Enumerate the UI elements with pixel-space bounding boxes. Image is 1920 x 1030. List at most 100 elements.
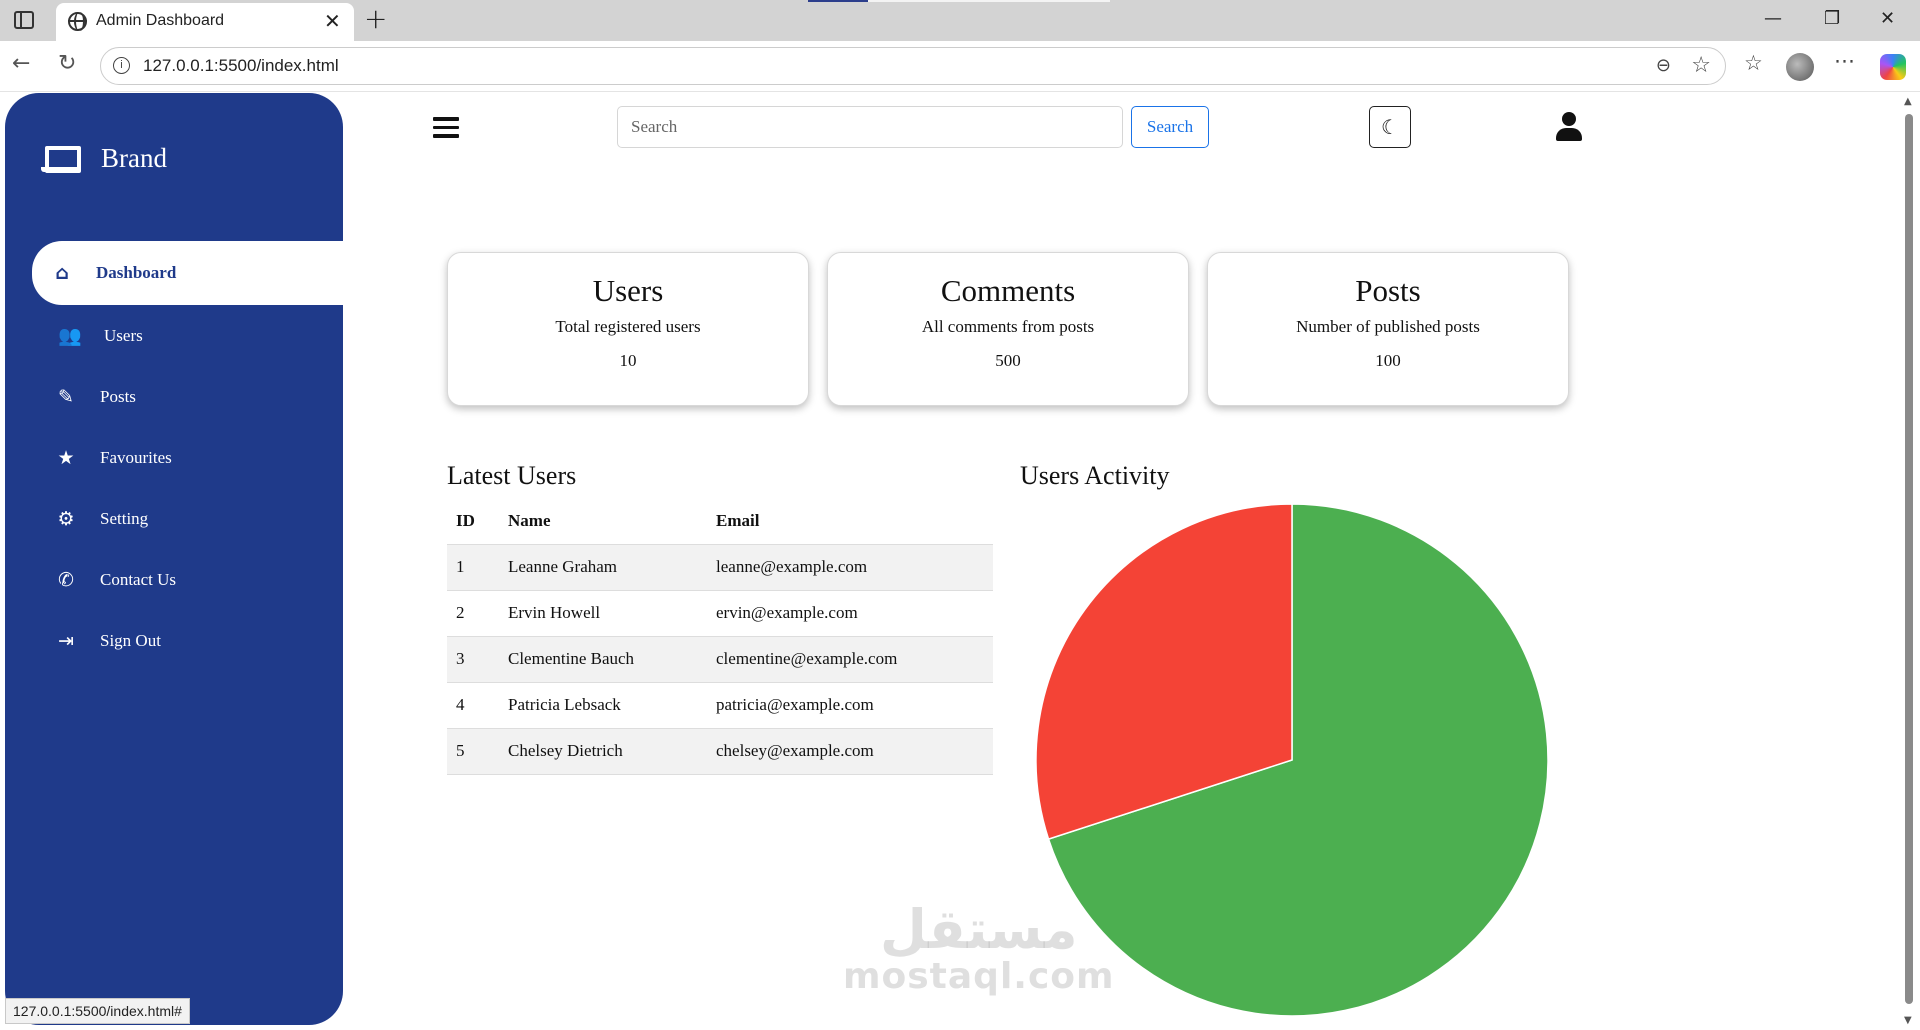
url-text[interactable]: 127.0.0.1:5500/index.html <box>143 56 339 76</box>
url-field[interactable]: i 127.0.0.1:5500/index.html ⊖ ☆ <box>100 47 1726 85</box>
brand-name: Brand <box>101 143 167 173</box>
home-icon: ⌂ <box>55 262 69 284</box>
users-activity-title: Users Activity <box>1020 461 1170 490</box>
browser-tab-bar: Admin Dashboard ✕ + — ❐ ✕ <box>0 0 1920 41</box>
sidebar-item-sign-out[interactable]: ⇥ Sign Out <box>32 610 343 671</box>
scroll-up-icon[interactable]: ▲ <box>1904 96 1912 107</box>
cell-name: Patricia Lebsack <box>499 682 707 729</box>
close-tab-icon[interactable]: ✕ <box>324 9 341 33</box>
scrollbar-thumb[interactable] <box>1905 114 1913 1004</box>
table-header-row: ID Name Email <box>447 499 993 545</box>
refresh-icon[interactable]: ↻ <box>58 51 76 76</box>
edit-icon: ✎ <box>58 385 74 408</box>
card-description: Number of published posts <box>1296 317 1480 336</box>
page-scrollbar[interactable]: ▲ ▼ <box>1898 92 1920 1030</box>
status-bar-url: 127.0.0.1:5500/index.html# <box>5 998 190 1024</box>
column-header-name: Name <box>499 499 707 545</box>
table-row: 2 Ervin Howell ervin@example.com <box>447 590 993 637</box>
users-icon: 👥 <box>58 325 82 347</box>
sidebar-item-label: Contact Us <box>100 569 177 589</box>
minimize-icon[interactable]: — <box>1764 8 1782 29</box>
search-button[interactable]: Search <box>1131 106 1209 148</box>
more-options-icon[interactable]: ⋯ <box>1834 49 1855 73</box>
cell-email: patricia@example.com <box>707 682 993 729</box>
mostaql-watermark: مستقل mostaql.com <box>843 902 1115 996</box>
sidebar-item-contact-us[interactable]: ✆ Contact Us <box>32 549 343 610</box>
sidebar-item-label: Posts <box>100 386 136 406</box>
new-tab-icon[interactable]: + <box>364 2 387 35</box>
back-icon[interactable]: ← <box>12 51 30 76</box>
card-description: Total registered users <box>555 317 701 336</box>
cell-name: Ervin Howell <box>499 590 707 637</box>
zoom-icon[interactable]: ⊖ <box>1656 55 1671 76</box>
sidebar-item-label: Users <box>104 325 143 345</box>
sidebar-item-label: Dashboard <box>96 263 177 282</box>
sidebar-item-label: Sign Out <box>100 630 161 650</box>
browser-tab[interactable]: Admin Dashboard ✕ <box>56 3 354 41</box>
cell-id: 2 <box>447 590 499 637</box>
card-title: Users <box>592 273 664 308</box>
card-value: 100 <box>1375 351 1401 370</box>
sign-out-icon: ⇥ <box>58 629 74 652</box>
favorite-star-icon[interactable]: ☆ <box>1691 53 1711 78</box>
site-info-icon[interactable]: i <box>113 57 130 74</box>
watermark-latin: mostaql.com <box>843 956 1115 997</box>
search-input[interactable] <box>617 106 1123 148</box>
cell-email: chelsey@example.com <box>707 728 993 775</box>
column-header-email: Email <box>707 499 993 545</box>
page-content: Brand ⌂ Dashboard 👥 Users ✎ Posts ★ Favo… <box>0 92 1898 1026</box>
gear-icon: ⚙ <box>57 507 75 530</box>
tab-strip-indicator <box>808 0 868 2</box>
card-title: Posts <box>1355 273 1421 308</box>
table-row: 4 Patricia Lebsack patricia@example.com <box>447 682 993 729</box>
sidebar: Brand ⌂ Dashboard 👥 Users ✎ Posts ★ Favo… <box>5 93 343 1025</box>
star-icon: ★ <box>57 446 75 469</box>
cell-name: Chelsey Dietrich <box>499 728 707 775</box>
tab-strip-indicator-secondary <box>868 0 1110 2</box>
sidebar-item-users[interactable]: 👥 Users <box>32 305 343 366</box>
sidebar-menu: ⌂ Dashboard 👥 Users ✎ Posts ★ Favourites… <box>32 241 343 671</box>
card-title: Comments <box>940 273 1076 308</box>
stat-card-users: Users Total registered users 10 <box>447 252 809 406</box>
tab-title: Admin Dashboard <box>96 12 225 29</box>
table-row: 1 Leanne Graham leanne@example.com <box>447 544 993 591</box>
address-bar: ← ↻ i 127.0.0.1:5500/index.html ⊖ ☆ ☆ ⋯ <box>0 41 1920 92</box>
brand[interactable]: Brand <box>41 143 167 174</box>
cell-email: leanne@example.com <box>707 544 993 591</box>
profile-avatar[interactable] <box>1786 53 1814 81</box>
sidebar-item-posts[interactable]: ✎ Posts <box>32 366 343 427</box>
cell-id: 3 <box>447 636 499 683</box>
table-row: 5 Chelsey Dietrich chelsey@example.com <box>447 728 993 775</box>
copilot-icon[interactable] <box>1880 54 1906 80</box>
sidebar-item-dashboard[interactable]: ⌂ Dashboard <box>32 241 343 305</box>
globe-icon <box>68 12 87 31</box>
laptop-icon <box>41 145 81 173</box>
favorites-icon[interactable]: ☆ <box>1744 51 1763 75</box>
watermark-arabic: مستقل <box>880 898 1078 961</box>
cell-email: ervin@example.com <box>707 590 993 637</box>
restore-icon[interactable]: ❐ <box>1824 8 1840 29</box>
cell-id: 1 <box>447 544 499 591</box>
cell-name: Clementine Bauch <box>499 636 707 683</box>
sidebar-item-setting[interactable]: ⚙ Setting <box>32 488 343 549</box>
stat-card-comments: Comments All comments from posts 500 <box>827 252 1189 406</box>
sidebar-item-label: Setting <box>100 508 149 528</box>
phone-icon: ✆ <box>58 568 74 591</box>
sidebar-item-favourites[interactable]: ★ Favourites <box>32 427 343 488</box>
scroll-down-icon[interactable]: ▼ <box>1904 1015 1912 1026</box>
card-value: 10 <box>619 351 637 370</box>
card-description: All comments from posts <box>921 317 1095 336</box>
cell-id: 4 <box>447 682 499 729</box>
dark-mode-toggle-icon[interactable]: ☾ <box>1369 106 1411 148</box>
user-profile-icon[interactable] <box>1556 112 1582 142</box>
table-row: 3 Clementine Bauch clementine@example.co… <box>447 636 993 683</box>
latest-users-table: ID Name Email 1 Leanne Graham leanne@exa… <box>447 499 993 775</box>
cell-email: clementine@example.com <box>707 636 993 683</box>
cell-name: Leanne Graham <box>499 544 707 591</box>
card-value: 500 <box>995 351 1021 370</box>
latest-users-title: Latest Users <box>447 461 577 490</box>
menu-toggle-icon[interactable] <box>433 117 459 138</box>
tab-actions-icon[interactable] <box>14 11 34 29</box>
close-window-icon[interactable]: ✕ <box>1880 8 1895 29</box>
cell-id: 5 <box>447 728 499 775</box>
